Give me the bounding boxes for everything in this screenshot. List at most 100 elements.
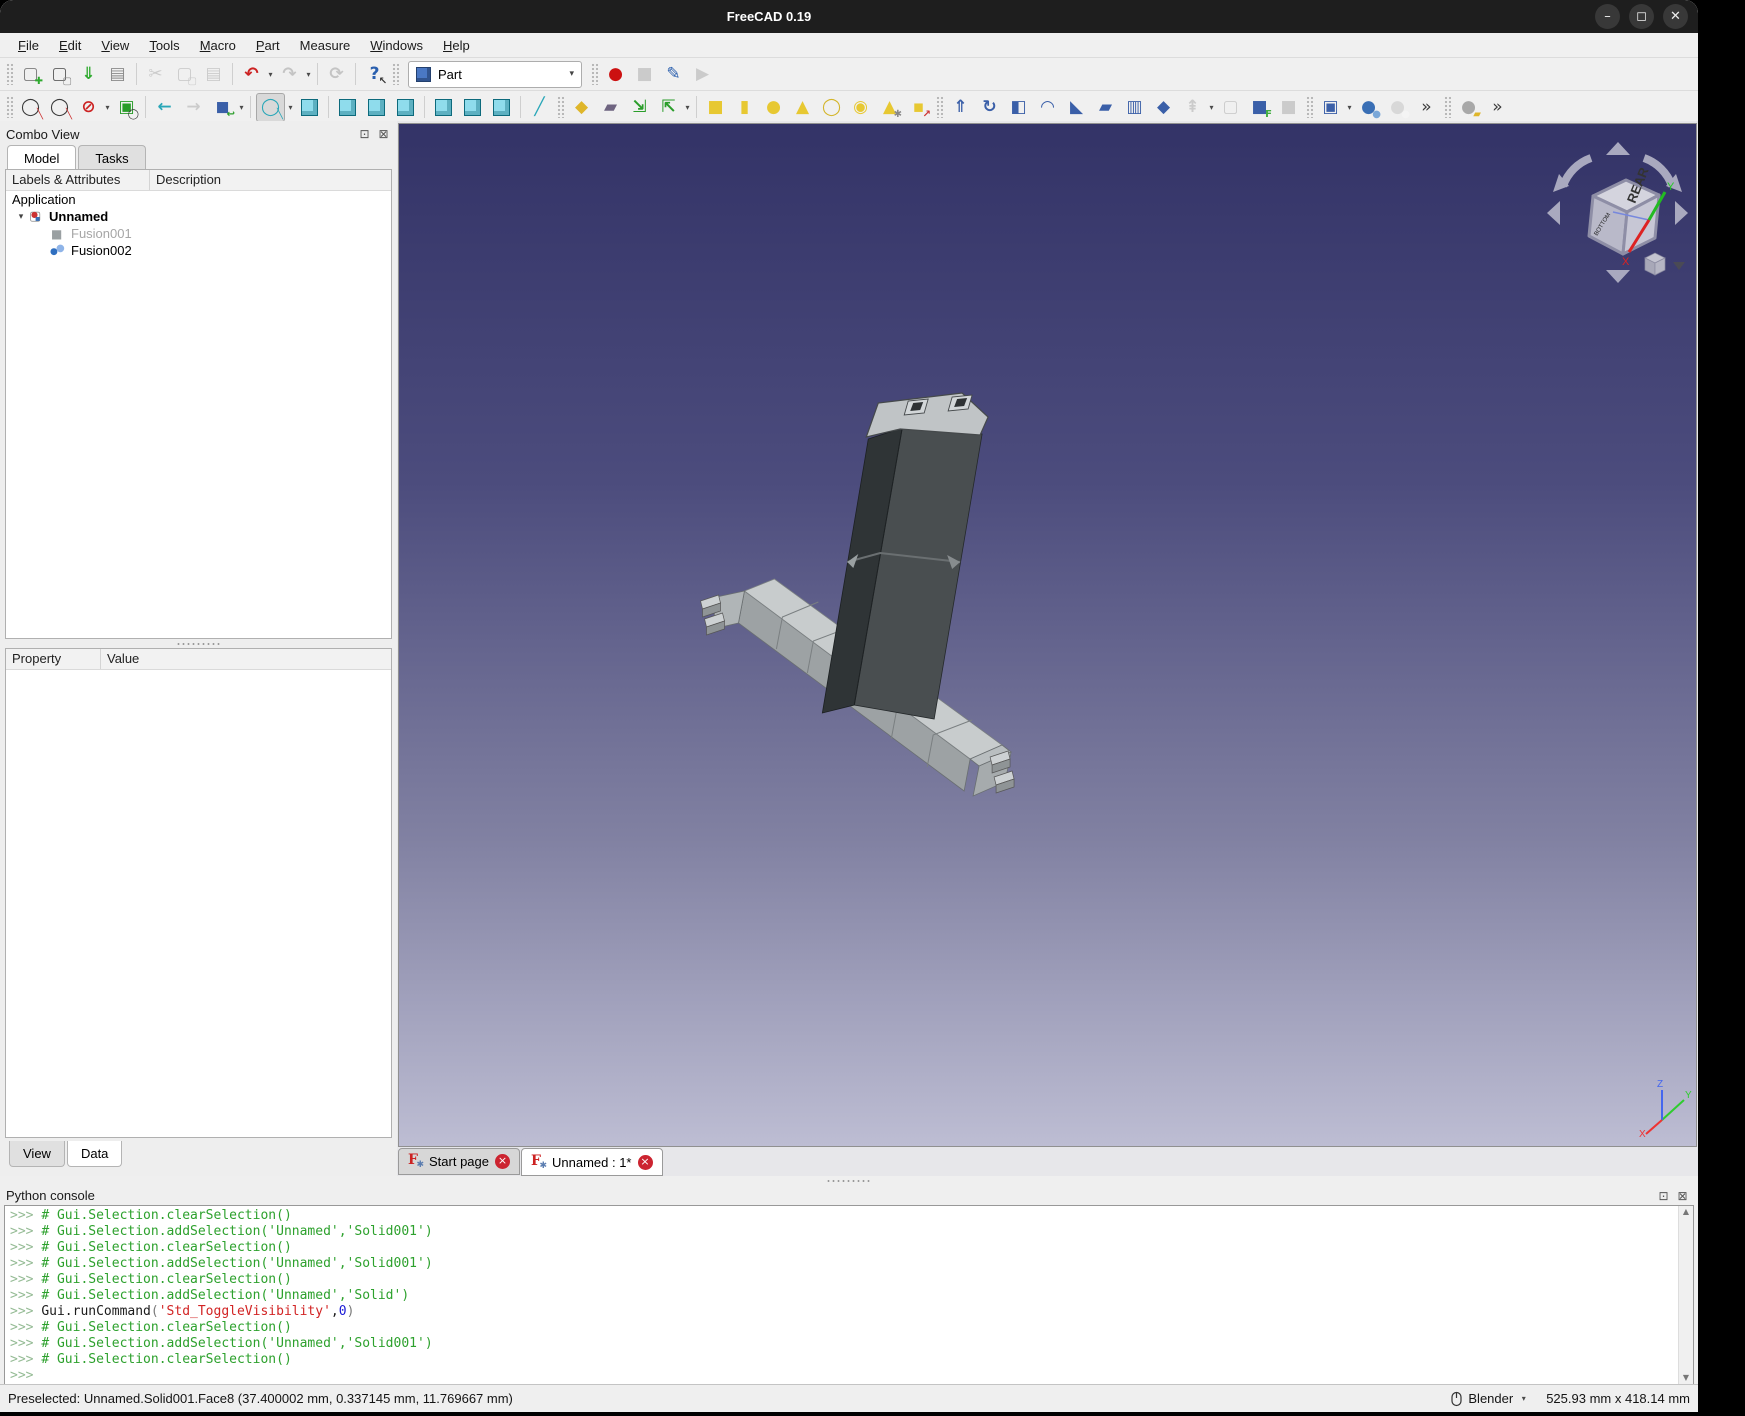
panel-close-icon[interactable]: ⊠ xyxy=(376,127,391,142)
tree-item-fusion001[interactable]: ■Fusion001 xyxy=(6,225,391,242)
make-face-button[interactable]: ▰ xyxy=(1092,94,1119,121)
primitive-sphere-button[interactable]: ● xyxy=(760,94,787,121)
toolbar-grip[interactable] xyxy=(6,96,13,118)
document-tab-start-page[interactable]: F✱Start page× xyxy=(398,1148,520,1175)
close-button[interactable]: ✕ xyxy=(1663,4,1688,29)
revolve-button[interactable]: ↻ xyxy=(976,94,1003,121)
tab-close-icon[interactable]: × xyxy=(638,1155,653,1170)
navcube-mini-cube[interactable] xyxy=(1645,253,1685,275)
model-3d[interactable] xyxy=(399,124,1696,1146)
panel-float-icon[interactable]: ⊡ xyxy=(357,127,372,142)
tab-close-icon[interactable]: × xyxy=(495,1154,510,1169)
workbench-selector[interactable]: Part▾ xyxy=(408,61,582,88)
workbench-caret-icon[interactable]: ▾ xyxy=(569,69,574,79)
maximize-button[interactable]: ◻ xyxy=(1629,4,1654,29)
primitive-torus-button[interactable]: ◯ xyxy=(818,94,845,121)
fit-all-button[interactable]: ◯╲ xyxy=(17,94,44,121)
draw-style-dropdown-icon[interactable]: ▾ xyxy=(286,103,295,112)
value-header[interactable]: Value xyxy=(101,649,391,669)
whats-this-button[interactable]: ?↖ xyxy=(361,61,388,88)
export-cad-button[interactable]: ⇱ xyxy=(655,94,682,121)
tree-header-labels[interactable]: Labels & Attributes xyxy=(6,170,150,190)
toolbar-overflow-button[interactable]: » xyxy=(1413,94,1440,121)
console-scrollbar[interactable]: ▲ ▼ xyxy=(1678,1206,1693,1384)
menu-tools[interactable]: Tools xyxy=(139,35,189,56)
redo-dropdown-icon[interactable]: ▾ xyxy=(304,70,313,79)
macro-edit-button[interactable]: ✎ xyxy=(660,61,687,88)
mirror-button[interactable]: ◧ xyxy=(1005,94,1032,121)
nav-style-selector[interactable]: Blender xyxy=(1468,1391,1513,1406)
view-left-button[interactable] xyxy=(488,94,515,121)
console-close-icon[interactable]: ⊠ xyxy=(1675,1188,1690,1203)
tree-item-unnamed[interactable]: ▾▢●▪Unnamed xyxy=(6,208,391,225)
shape-builder-button[interactable]: ▪↗ xyxy=(905,94,932,121)
group-button[interactable]: ▰ xyxy=(597,94,624,121)
toolbar-grip[interactable] xyxy=(557,96,564,118)
menu-file[interactable]: File xyxy=(8,35,49,56)
import-cad-button[interactable]: ⇲ xyxy=(626,94,653,121)
tree-item-fusion002[interactable]: ●●Fusion002 xyxy=(6,242,391,259)
print-button[interactable]: ▤ xyxy=(104,61,131,88)
menu-windows[interactable]: Windows xyxy=(360,35,433,56)
fillet-button[interactable]: ◠ xyxy=(1034,94,1061,121)
compound-tools-dropdown-icon[interactable]: ▾ xyxy=(1345,103,1354,112)
box-zoom-button[interactable]: ▣◯ xyxy=(113,94,140,121)
clipping-plane-dropdown-icon[interactable]: ▾ xyxy=(103,103,112,112)
view-isometric-button[interactable] xyxy=(296,94,323,121)
defeaturing-button[interactable]: ■F xyxy=(1246,94,1273,121)
console-float-icon[interactable]: ⊡ xyxy=(1656,1188,1671,1203)
extrude-button[interactable]: ⇑ xyxy=(947,94,974,121)
new-document-button[interactable]: ▢✚ xyxy=(17,61,44,88)
draw-style-button[interactable]: ◯╲ xyxy=(256,93,285,122)
console-splitter[interactable] xyxy=(0,1176,1698,1186)
tab-tasks[interactable]: Tasks xyxy=(78,145,145,169)
open-document-button[interactable]: ▢▢ xyxy=(46,61,73,88)
scroll-down-icon[interactable]: ▼ xyxy=(1679,1372,1693,1384)
boolean-button[interactable]: ●● xyxy=(1355,94,1382,121)
save-document-button[interactable]: ⇓ xyxy=(75,61,102,88)
toolbar-grip[interactable] xyxy=(1444,96,1451,118)
tab-model[interactable]: Model xyxy=(7,145,76,169)
document-tab-unnamed-1[interactable]: F✱Unnamed : 1*× xyxy=(521,1148,663,1176)
view-rear-button[interactable] xyxy=(430,94,457,121)
tree-expander-icon[interactable]: ▾ xyxy=(14,212,28,222)
primitive-tube-button[interactable]: ◉ xyxy=(847,94,874,121)
create-primitives-button[interactable]: ▲✱ xyxy=(876,94,903,121)
navigation-cube[interactable]: REAR BOTTOM Y X xyxy=(1545,140,1690,285)
chamfer-button[interactable]: ◣ xyxy=(1063,94,1090,121)
linked-navigation-dropdown-icon[interactable]: ▾ xyxy=(237,103,246,112)
tab-view[interactable]: View xyxy=(9,1141,65,1167)
compound-tools-button[interactable]: ▣ xyxy=(1317,94,1344,121)
clipping-plane-button[interactable]: ⊘ xyxy=(75,94,102,121)
python-console[interactable]: >>> # Gui.Selection.clearSelection()>>> … xyxy=(4,1205,1694,1385)
dock-splitter[interactable] xyxy=(5,639,392,647)
undo-button[interactable]: ↶ xyxy=(238,61,265,88)
menu-edit[interactable]: Edit xyxy=(49,35,91,56)
scroll-up-icon[interactable]: ▲ xyxy=(1679,1206,1693,1218)
undo-dropdown-icon[interactable]: ▾ xyxy=(266,70,275,79)
fit-selection-button[interactable]: ◯╲ xyxy=(46,94,73,121)
menu-part[interactable]: Part xyxy=(246,35,290,56)
property-header[interactable]: Property xyxy=(6,649,101,669)
view-top-button[interactable] xyxy=(363,94,390,121)
tab-data[interactable]: Data xyxy=(67,1141,122,1167)
primitive-box-button[interactable]: ■ xyxy=(702,94,729,121)
sweep-button[interactable]: ◆ xyxy=(1150,94,1177,121)
toolbar-grip[interactable] xyxy=(1306,96,1313,118)
toolbar-grip[interactable] xyxy=(392,63,399,85)
view-front-button[interactable] xyxy=(334,94,361,121)
menu-measure[interactable]: Measure xyxy=(290,35,361,56)
export-cad-dropdown-icon[interactable]: ▾ xyxy=(683,103,692,112)
view-bottom-button[interactable] xyxy=(459,94,486,121)
tree-header-description[interactable]: Description xyxy=(150,170,391,190)
title-bar[interactable]: FreeCAD 0.19 –◻✕ xyxy=(0,0,1698,33)
menu-view[interactable]: View xyxy=(91,35,139,56)
boolean-cut-button[interactable]: ●● xyxy=(1384,94,1411,121)
part-shapes-button[interactable]: ◆ xyxy=(568,94,595,121)
toolbar-grip[interactable] xyxy=(936,96,943,118)
minimize-button[interactable]: – xyxy=(1595,4,1620,29)
linked-navigation-button[interactable]: ◼↩ xyxy=(209,94,236,121)
measure-linear-button[interactable]: ╱ xyxy=(526,94,553,121)
menu-macro[interactable]: Macro xyxy=(190,35,246,56)
tree-item-application[interactable]: Application xyxy=(6,191,391,208)
